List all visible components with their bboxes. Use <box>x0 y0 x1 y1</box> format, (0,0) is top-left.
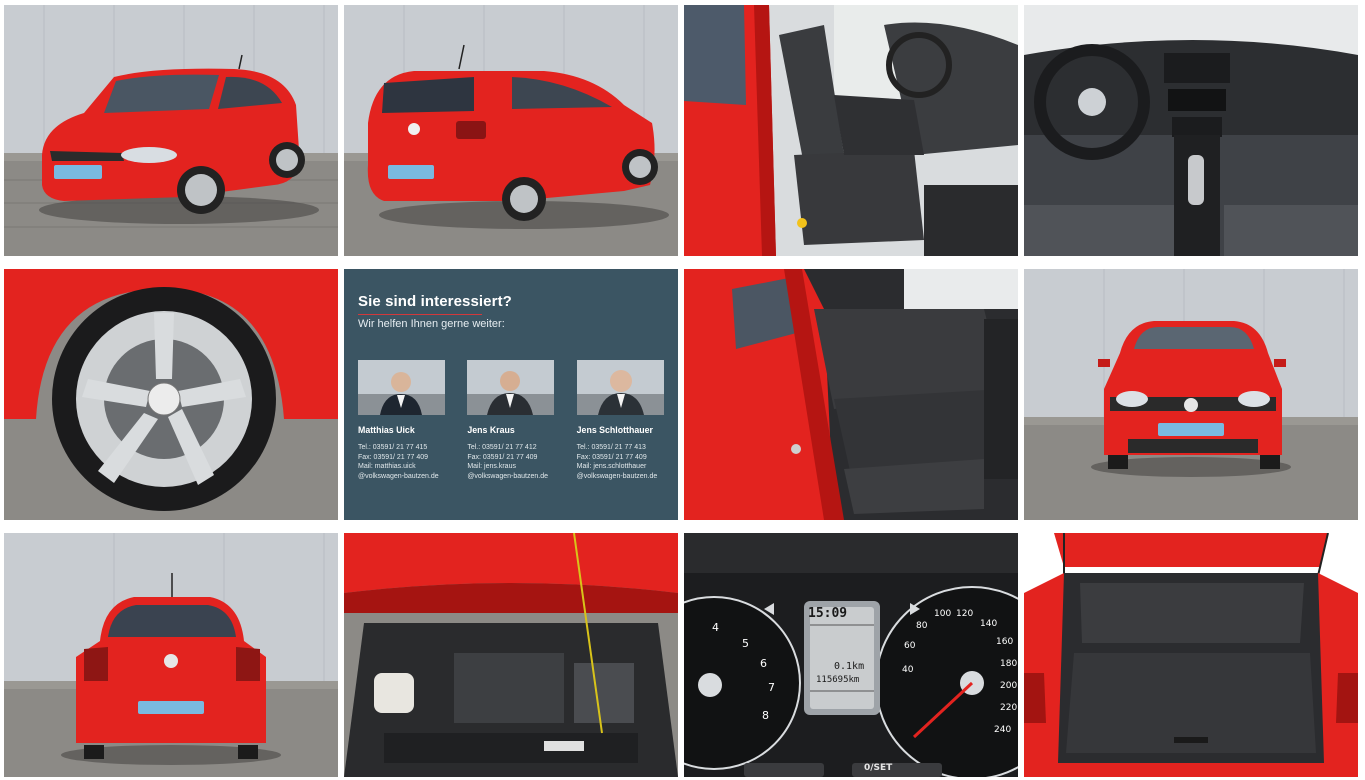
person-details: Tel.: 03591/ 21 77 415 Fax: 03591/ 21 77… <box>358 443 445 481</box>
person-fax: Fax: 03591/ 21 77 409 <box>467 453 538 461</box>
photo-engine-bay[interactable] <box>344 533 678 777</box>
person-phone[interactable]: Tel.: 03591/ 21 77 413 <box>577 443 664 453</box>
person-photo <box>576 360 664 415</box>
person-phone[interactable]: Tel.: 03591/ 21 77 412 <box>467 443 554 453</box>
contact-person: Jens Kraus Tel.: 03591/ 21 77 412 Fax: 0… <box>467 360 555 481</box>
person-name: Matthias Uick <box>358 425 415 435</box>
photo-rear-seats-interior[interactable] <box>684 269 1018 520</box>
person-phone[interactable]: Tel.: 03591/ 21 77 415 <box>358 443 445 453</box>
front-seats-image <box>684 5 1018 256</box>
speed-tick-60: 60 <box>904 641 916 651</box>
cluster-trip: 0.1km <box>834 661 865 672</box>
contact-person: Jens Schlotthauer Tel.: 03591/ 21 77 413… <box>576 360 664 481</box>
speed-tick-220: 220 <box>1000 703 1018 713</box>
cluster-odometer: 115695km <box>816 675 860 685</box>
photo-rear-right-exterior[interactable] <box>344 5 678 256</box>
person-mail[interactable]: Mail: jens.schlotthauer <box>577 462 664 472</box>
speed-tick-40: 40 <box>902 665 914 675</box>
speed-tick-100: 100 <box>934 609 952 619</box>
photo-front-left-exterior[interactable] <box>4 5 338 256</box>
photo-gallery: Sie sind interessiert? Wir helfen Ihnen … <box>4 5 1359 777</box>
wheel-rim-image <box>4 269 338 520</box>
person-fax: Fax: 03591/ 21 77 409 <box>576 453 647 461</box>
trunk-image <box>1024 533 1358 777</box>
contact-person: Matthias Uick Tel.: 03591/ 21 77 415 Fax… <box>358 360 445 481</box>
person-mail-domain[interactable]: @volkswagen-bautzen.de <box>577 472 664 482</box>
speed-tick-140: 140 <box>980 619 998 629</box>
photo-dashboard-interior[interactable] <box>1024 5 1358 256</box>
speed-tick-160: 160 <box>996 637 1014 647</box>
rpm-tick-5: 5 <box>742 637 749 650</box>
speed-tick-120: 120 <box>956 609 974 619</box>
rpm-tick-4: 4 <box>712 621 719 634</box>
person-details: Tel.: 03591/ 21 77 412 Fax: 03591/ 21 77… <box>467 443 554 481</box>
person-photo <box>467 360 555 415</box>
contact-title: Sie sind interessiert? <box>358 293 512 310</box>
person-mail[interactable]: Mail: matthias.uick <box>358 462 445 472</box>
rear-seats-image <box>684 269 1018 520</box>
person-mail-domain[interactable]: @volkswagen-bautzen.de <box>358 472 445 482</box>
contact-subtitle: Wir helfen Ihnen gerne weiter: <box>358 318 505 330</box>
photo-instrument-cluster[interactable]: 15:09 0.1km 115695km 4 5 6 7 8 40 60 80 … <box>684 533 1018 777</box>
rpm-tick-8: 8 <box>762 709 769 722</box>
person-mail-domain[interactable]: @volkswagen-bautzen.de <box>467 472 554 482</box>
person-details: Tel.: 03591/ 21 77 413 Fax: 03591/ 21 77… <box>577 443 664 481</box>
engine-bay-image <box>344 533 678 777</box>
speed-tick-240: 240 <box>994 725 1012 735</box>
person-photo <box>358 360 445 415</box>
person-name: Jens Schlotthauer <box>576 425 653 435</box>
contact-title-underline <box>358 314 482 315</box>
speed-tick-180: 180 <box>1000 659 1018 669</box>
contact-people: Matthias Uick Tel.: 03591/ 21 77 415 Fax… <box>358 360 664 481</box>
photo-front-exterior[interactable] <box>1024 269 1358 520</box>
car-rear-image <box>4 533 338 777</box>
cluster-clock: 15:09 <box>808 606 848 621</box>
car-rear-right-image <box>344 5 678 256</box>
photo-wheel-rim[interactable] <box>4 269 338 520</box>
set-button-label: 0/SET <box>864 763 893 773</box>
person-name: Jens Kraus <box>467 425 515 435</box>
dashboard-image <box>1024 5 1358 256</box>
person-fax: Fax: 03591/ 21 77 409 <box>358 453 429 461</box>
person-mail[interactable]: Mail: jens.kraus <box>467 462 554 472</box>
car-front-image <box>1024 269 1358 520</box>
rpm-tick-7: 7 <box>768 681 775 694</box>
car-front-left-image <box>4 5 338 256</box>
contact-card: Sie sind interessiert? Wir helfen Ihnen … <box>344 269 678 520</box>
rpm-tick-6: 6 <box>760 657 767 670</box>
speed-tick-200: 200 <box>1000 681 1018 691</box>
instrument-cluster-image <box>684 533 1018 777</box>
photo-rear-exterior[interactable] <box>4 533 338 777</box>
speed-tick-80: 80 <box>916 621 928 631</box>
photo-front-seats-interior[interactable] <box>684 5 1018 256</box>
photo-trunk[interactable] <box>1024 533 1358 777</box>
